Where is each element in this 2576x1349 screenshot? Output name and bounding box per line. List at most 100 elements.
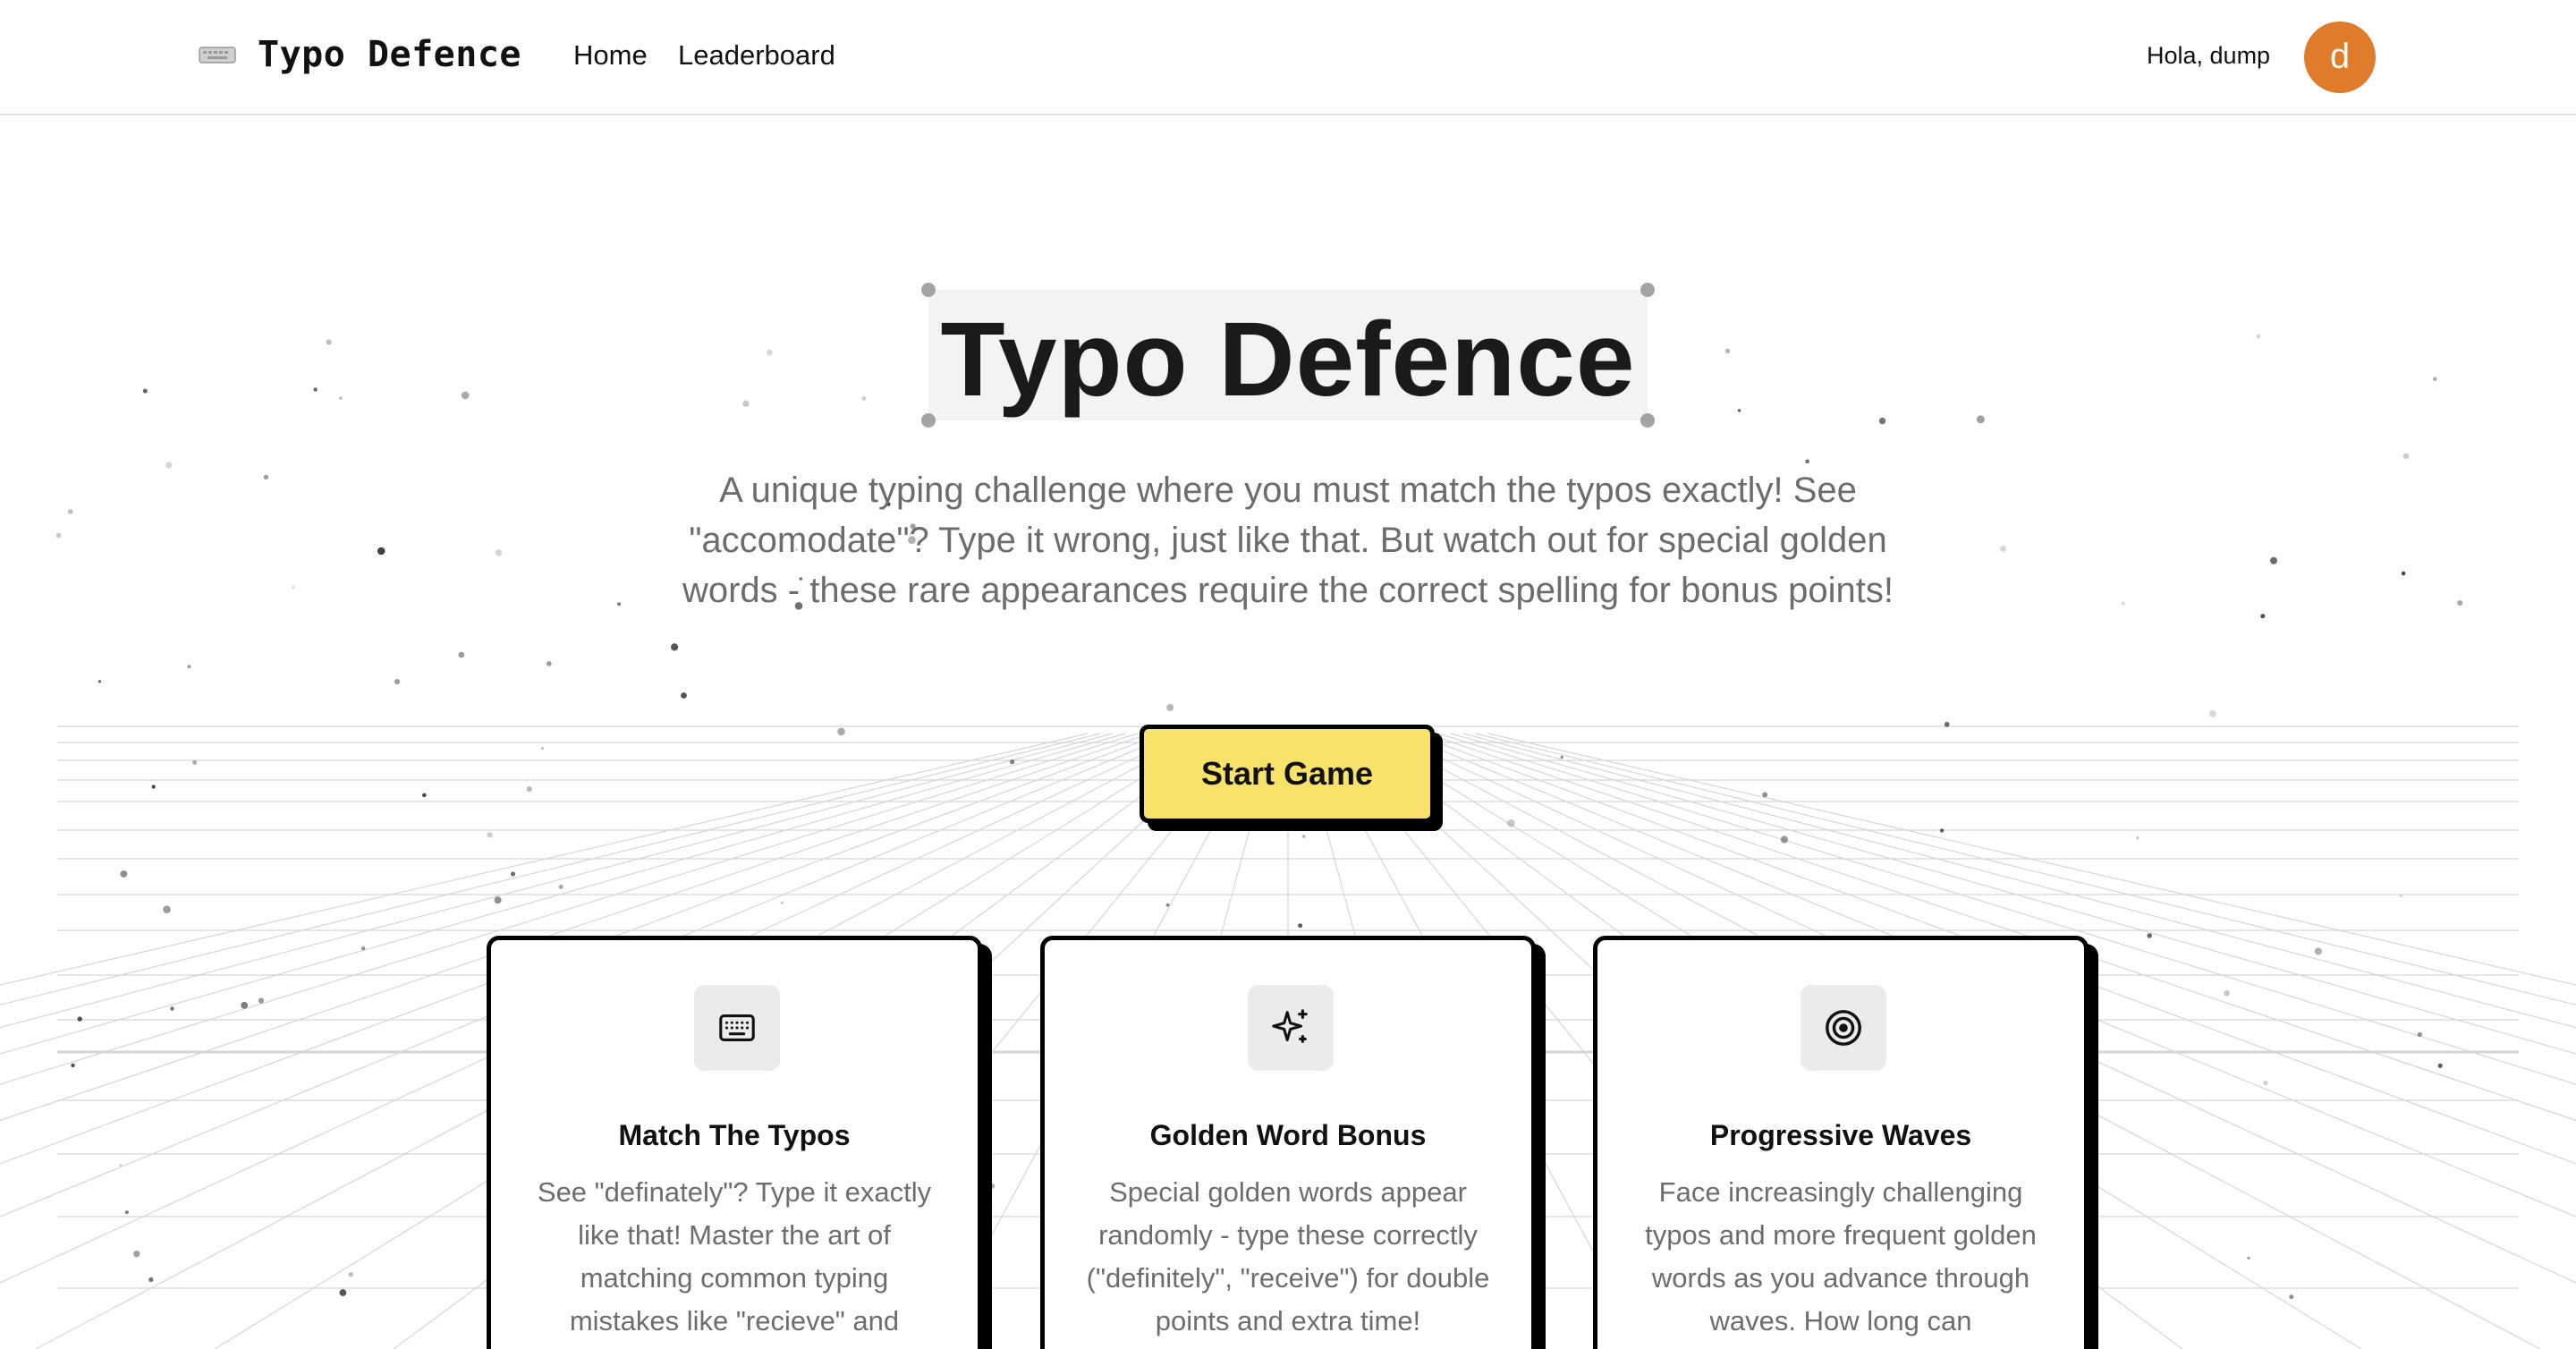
star-dot bbox=[263, 474, 269, 480]
star-dot bbox=[2417, 1031, 2422, 1038]
feature-description: Face increasingly challenging typos and … bbox=[1645, 1176, 2037, 1336]
keyboard-icon bbox=[719, 1014, 755, 1041]
star-dot bbox=[617, 602, 622, 607]
feature-description: See "definately"? Type it exactly like t… bbox=[537, 1176, 932, 1336]
star-dot bbox=[142, 388, 148, 394]
star-dot bbox=[313, 387, 318, 392]
star-dot bbox=[77, 1016, 82, 1022]
star-dot bbox=[241, 1001, 249, 1009]
nav-leaderboard-link[interactable]: Leaderboard bbox=[678, 39, 835, 72]
star-dot bbox=[67, 509, 73, 514]
feature-title: Golden Word Bonus bbox=[1149, 1119, 1427, 1151]
star-dot bbox=[97, 680, 102, 683]
star-dot bbox=[1805, 459, 1809, 464]
star-dot bbox=[1302, 835, 1306, 838]
star-dot bbox=[2314, 947, 2322, 955]
star-dot bbox=[495, 549, 503, 556]
star-dot bbox=[187, 665, 191, 669]
star-dot bbox=[2121, 601, 2125, 606]
star-dot bbox=[422, 793, 427, 798]
star-dot bbox=[326, 339, 332, 345]
star-dot bbox=[461, 391, 470, 400]
star-dot bbox=[780, 901, 784, 904]
star-dot bbox=[989, 1183, 996, 1189]
feature-icon-box bbox=[694, 985, 780, 1071]
star-dot bbox=[2399, 895, 2403, 898]
star-dot bbox=[120, 870, 128, 878]
star-dot bbox=[360, 946, 366, 951]
star-dot bbox=[861, 396, 867, 401]
star-dot bbox=[377, 547, 386, 556]
star-dot bbox=[2270, 556, 2277, 564]
star-dot bbox=[1762, 792, 1768, 798]
top-navbar: Typo Defence Home Leaderboard Hola, dump… bbox=[0, 0, 2576, 115]
star-dot bbox=[2263, 1081, 2268, 1086]
star-dot bbox=[988, 1204, 993, 1209]
star-dot bbox=[2402, 453, 2410, 459]
app-logo-text[interactable]: Typo Defence bbox=[258, 34, 521, 75]
star-dot bbox=[1166, 704, 1174, 711]
star-dot bbox=[119, 1163, 123, 1167]
star-dot bbox=[151, 785, 156, 789]
star-dot bbox=[1878, 417, 1886, 425]
avatar[interactable]: d bbox=[2304, 21, 2376, 93]
star-dot bbox=[55, 532, 62, 539]
star-dot bbox=[339, 1289, 347, 1296]
star-dot bbox=[2208, 710, 2216, 717]
star-dot bbox=[339, 396, 343, 401]
star-dot bbox=[510, 871, 516, 877]
star-dot bbox=[2247, 1256, 2250, 1260]
feature-card-progressive-waves: Progressive Waves Face increasingly chal… bbox=[1593, 936, 2089, 1349]
keyboard-icon bbox=[199, 47, 236, 64]
star-dot bbox=[258, 997, 264, 1004]
star-dot bbox=[1939, 828, 1945, 833]
star-dot bbox=[1737, 409, 1741, 412]
star-dot bbox=[494, 896, 502, 904]
feature-card-match-typos: Match The Typos See "definately"? Type i… bbox=[487, 936, 982, 1349]
feature-title: Match The Typos bbox=[618, 1119, 851, 1151]
star-dot bbox=[163, 905, 171, 913]
nav-home-link[interactable]: Home bbox=[573, 39, 648, 72]
star-dot bbox=[133, 1251, 140, 1258]
star-dot bbox=[170, 1006, 174, 1011]
star-dot bbox=[2433, 377, 2437, 381]
title-selection-box[interactable]: Typo Defence bbox=[921, 283, 1655, 428]
star-dot bbox=[2401, 571, 2406, 576]
star-dot bbox=[2147, 933, 2152, 938]
star-dot bbox=[766, 349, 773, 356]
star-dot bbox=[2000, 546, 2007, 552]
star-dot bbox=[2457, 600, 2463, 607]
user-greeting: Hola, dump bbox=[2147, 42, 2271, 69]
star-dot bbox=[1780, 836, 1788, 844]
start-game-button[interactable]: Start Game bbox=[1140, 725, 1435, 823]
feature-icon-box bbox=[1248, 985, 1334, 1071]
star-dot bbox=[546, 661, 552, 666]
star-dot bbox=[124, 1210, 129, 1215]
feature-title: Progressive Waves bbox=[1709, 1119, 1972, 1151]
feature-icon-box bbox=[1801, 985, 1886, 1071]
star-dot bbox=[742, 400, 750, 407]
star-dot bbox=[292, 585, 295, 590]
star-dot bbox=[2289, 1294, 2294, 1300]
star-dot bbox=[1724, 348, 1731, 353]
star-dot bbox=[671, 643, 679, 651]
star-dot bbox=[1506, 819, 1515, 827]
star-dot bbox=[1560, 755, 1563, 759]
star-dot bbox=[2437, 1063, 2443, 1068]
star-dot bbox=[348, 1272, 353, 1277]
star-dot bbox=[165, 462, 173, 469]
resize-handle-top-left[interactable] bbox=[921, 283, 936, 297]
sparkle-icon bbox=[1272, 1009, 1308, 1043]
resize-handle-top-right[interactable] bbox=[1640, 283, 1655, 297]
star-dot bbox=[2224, 990, 2230, 997]
star-dot bbox=[2256, 334, 2261, 339]
star-dot bbox=[2136, 836, 2140, 840]
star-dot bbox=[458, 651, 465, 658]
star-dot bbox=[71, 1063, 75, 1068]
star-dot bbox=[1009, 759, 1015, 765]
feature-card-golden-word: Golden Word Bonus Special golden words a… bbox=[1040, 936, 1536, 1349]
hero-title: Typo Defence bbox=[940, 301, 1636, 419]
star-dot bbox=[487, 832, 493, 838]
star-dot bbox=[148, 1277, 154, 1283]
star-dot bbox=[2260, 614, 2266, 619]
